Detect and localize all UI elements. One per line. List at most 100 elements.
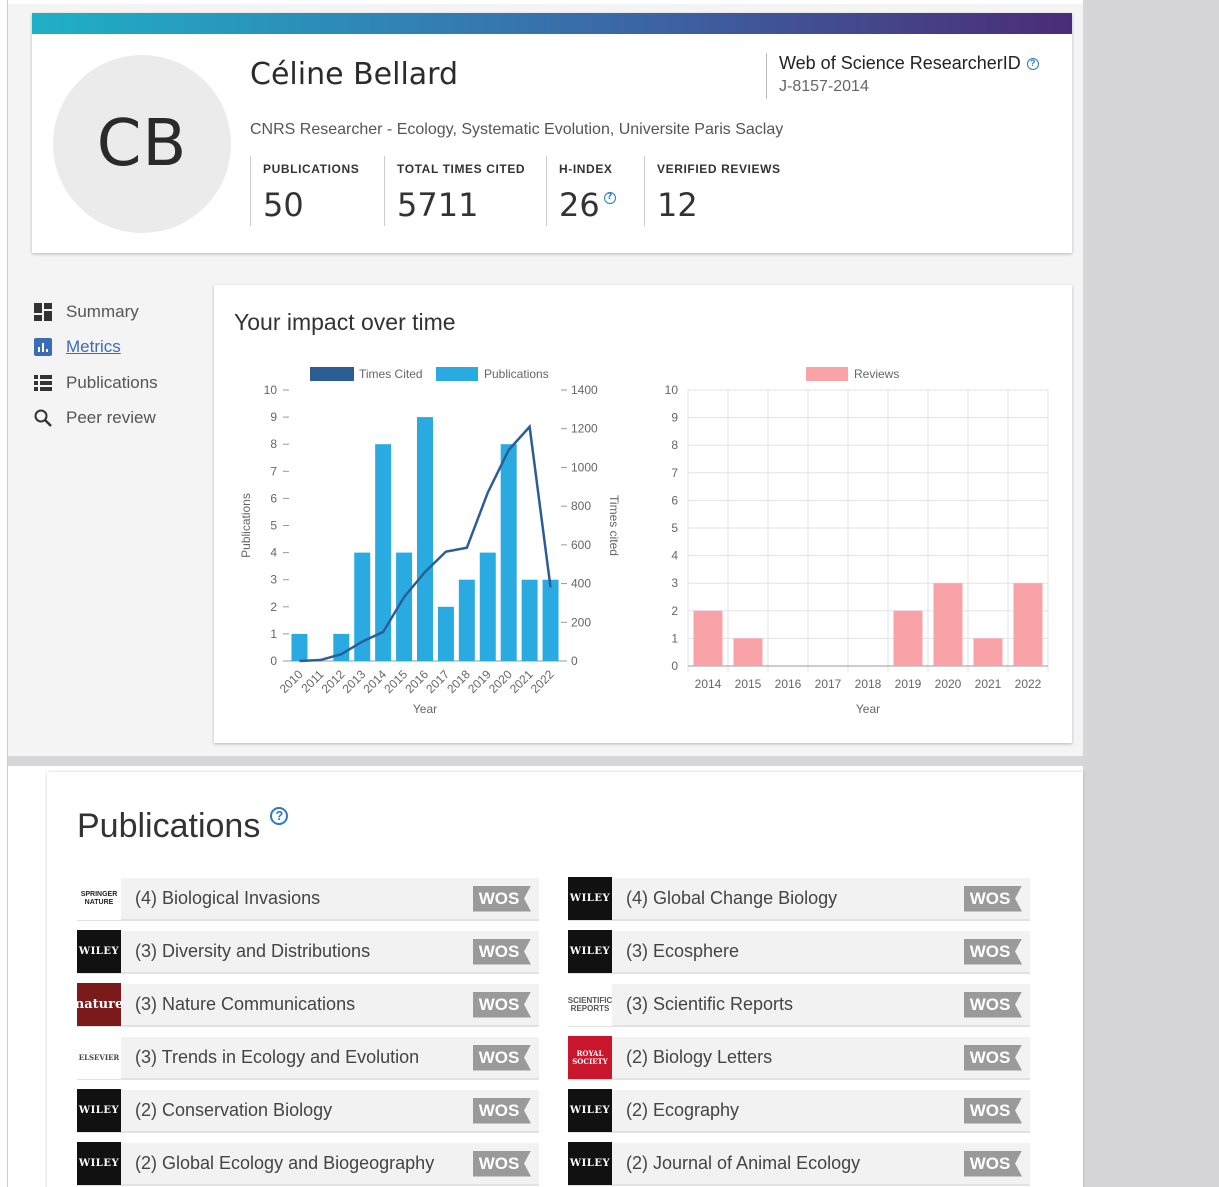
scientific-reports-logo: SCIENTIFIC REPORTS — [568, 983, 612, 1026]
y-tick-label: 4 — [270, 546, 277, 560]
researcher-name: Céline Bellard — [250, 57, 459, 92]
window-edge — [0, 0, 8, 1187]
y-tick-label: 7 — [270, 464, 277, 478]
publications-bar — [500, 444, 517, 661]
nav-item-summary[interactable]: Summary — [32, 294, 158, 330]
stat-label: PUBLICATIONS — [263, 162, 360, 176]
profile-card: CB Céline Bellard CNRS Researcher - Ecol… — [32, 13, 1072, 253]
wos-badge: WOS — [964, 1097, 1022, 1124]
journal-label: (2) Biology Letters — [626, 1047, 773, 1067]
stat-h-index: H-INDEX 26? — [546, 156, 644, 226]
publication-journal-row[interactable]: WILEY (4) Global Change Biology WOS — [568, 877, 1030, 921]
springer-nature-logo: SPRINGER NATURE — [77, 877, 121, 920]
publication-journal-row[interactable]: ROYAL SOCIETY (2) Biology Letters WOS — [568, 1036, 1030, 1080]
x-tick-label: 2015 — [735, 677, 762, 691]
y2-axis-title: Times cited — [607, 495, 621, 556]
reviews-bar — [1013, 583, 1043, 666]
nav-item-metrics[interactable]: Metrics — [32, 330, 158, 366]
stat-value: 50 — [263, 186, 304, 224]
journal-label: (2) Global Ecology and Biogeography — [135, 1153, 435, 1173]
x-tick-label: 2020 — [935, 677, 962, 691]
y2-tick-label: 1000 — [571, 460, 598, 474]
publication-journal-row[interactable]: SPRINGER NATURE (4) Biological Invasions W… — [77, 877, 539, 921]
y-tick-label: 10 — [665, 383, 679, 397]
y-tick-label: 2 — [671, 604, 678, 618]
wos-badge: WOS — [964, 991, 1022, 1018]
wiley-logo: WILEY — [568, 1142, 612, 1185]
wiley-logo: WILEY — [77, 1142, 121, 1185]
journal-label: (3) Ecosphere — [626, 941, 740, 961]
legend-swatch-reviews — [806, 367, 848, 381]
publications-bar — [521, 579, 538, 661]
stat-verified-reviews: VERIFIED REVIEWS 12 — [644, 156, 784, 226]
stat-times-cited: TOTAL TIMES CITED 5711 — [384, 156, 546, 226]
avatar-initials: CB — [96, 107, 188, 181]
nav-label: Publications — [66, 372, 158, 392]
publication-journal-row[interactable]: WILEY (2) Journal of Animal Ecology WOS — [568, 1142, 1030, 1186]
wos-badge: WOS — [964, 938, 1022, 965]
publications-bar — [479, 552, 496, 661]
y2-tick-label: 0 — [571, 654, 578, 668]
impact-charts: 0123456789100200400600800100012001400201… — [239, 367, 1049, 716]
search-icon — [32, 409, 54, 428]
wos-badge: WOS — [473, 1150, 531, 1177]
stat-value: 12 — [657, 186, 698, 224]
help-icon[interactable]: ? — [603, 192, 616, 204]
publication-journal-row[interactable]: ELSEVIER (3) Trends in Ecology and Evolut… — [77, 1036, 539, 1080]
section-divider — [8, 756, 1083, 766]
royal-society-logo: ROYAL SOCIETY — [568, 1036, 612, 1079]
journal-label: (2) Conservation Biology — [135, 1100, 333, 1120]
publication-journal-row[interactable]: WILEY (3) Diversity and Distributions WOS — [77, 930, 539, 974]
wos-badge: WOS — [473, 1097, 531, 1124]
publications-bar — [291, 633, 308, 661]
publications-bar — [542, 579, 559, 661]
wos-badge: WOS — [473, 885, 531, 912]
researcher-id-value: J-8157-2014 — [779, 78, 869, 95]
help-icon[interactable]: ? — [1026, 57, 1039, 70]
bar-chart-icon — [32, 338, 54, 357]
y-tick-label: 0 — [270, 654, 277, 668]
reviews-bar — [893, 610, 923, 666]
y-tick-label: 1 — [671, 631, 678, 645]
metrics-summary: PUBLICATIONS 50 TOTAL TIMES CITED 5711 H… — [250, 156, 784, 226]
wos-badge: WOS — [473, 938, 531, 965]
reviews-bar — [933, 583, 963, 666]
nav-item-peer-review[interactable]: Peer review — [32, 401, 158, 437]
publication-journal-row[interactable]: WILEY (2) Conservation Biology WOS — [77, 1089, 539, 1133]
help-icon[interactable]: ? — [270, 807, 289, 825]
researcher-id-label: Web of Science ResearcherID — [779, 53, 1021, 73]
publications-bar — [437, 606, 454, 661]
wos-badge: WOS — [964, 885, 1022, 912]
publication-journal-row[interactable]: SCIENTIFIC REPORTS (3) Scientific Reports… — [568, 983, 1030, 1027]
y-axis-title: Publications — [239, 493, 253, 558]
stat-value: 5711 — [397, 186, 479, 224]
y-tick-label: 1 — [270, 627, 277, 641]
y2-tick-label: 1200 — [571, 422, 598, 436]
y-tick-label: 2 — [270, 600, 277, 614]
reviews-bar — [733, 638, 763, 666]
x-tick-label: 2019 — [895, 677, 922, 691]
stat-value: 26 — [559, 186, 600, 224]
publication-journal-row[interactable]: nature (3) Nature Communications WOS — [75, 983, 539, 1027]
journal-label: (3) Trends in Ecology and Evolution — [135, 1047, 420, 1067]
wiley-logo: WILEY — [77, 1089, 121, 1132]
elsevier-logo: ELSEVIER — [77, 1036, 121, 1079]
journal-label: (3) Nature Communications — [135, 994, 356, 1014]
publication-journal-row[interactable]: WILEY (3) Ecosphere WOS — [568, 930, 1030, 974]
legend-swatch-publications — [436, 367, 478, 381]
publication-journal-row[interactable]: WILEY (2) Global Ecology and Biogeography… — [77, 1142, 539, 1186]
y-tick-label: 6 — [270, 491, 277, 505]
nav-item-publications[interactable]: Publications — [32, 365, 158, 401]
dashboard-icon — [32, 302, 54, 321]
publications-title: Publications — [77, 807, 261, 845]
nature-logo: nature — [75, 983, 123, 1026]
researcher-affiliation: CNRS Researcher - Ecology, Systematic Ev… — [250, 121, 784, 138]
publication-journal-row[interactable]: WILEY (2) Ecography WOS — [568, 1089, 1030, 1133]
journal-label: (4) Global Change Biology — [626, 888, 838, 908]
x-tick-label: 2022 — [528, 667, 557, 696]
wos-badge: WOS — [473, 991, 531, 1018]
y-tick-label: 9 — [671, 411, 678, 425]
x-tick-label: 2018 — [855, 677, 882, 691]
y-tick-label: 8 — [671, 438, 678, 452]
side-nav: Summary Metrics Publications Peer review — [32, 294, 158, 436]
